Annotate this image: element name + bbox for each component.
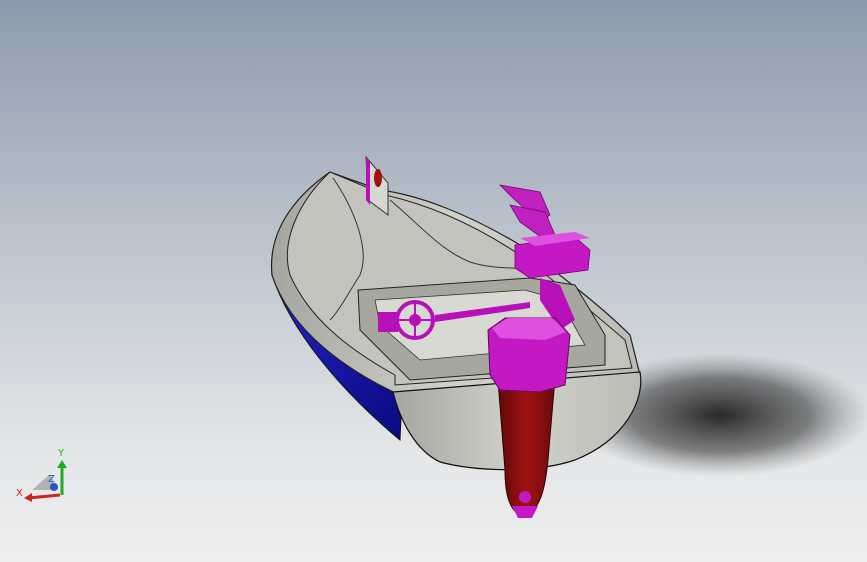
x-axis-arrowhead — [24, 493, 32, 502]
flag-bracket — [366, 157, 370, 205]
rudder-pin — [519, 491, 531, 503]
x-axis-label: X — [16, 488, 23, 499]
y-axis-label: Y — [57, 448, 65, 459]
coordinate-triad: X Y Z — [16, 448, 67, 502]
x-axis-arrow — [27, 493, 61, 500]
rudder-foot — [512, 506, 538, 518]
y-axis-arrowhead — [57, 460, 67, 468]
bow-light — [374, 169, 382, 187]
3d-viewport[interactable]: X Y Z — [0, 0, 867, 562]
z-axis-label: Z — [48, 474, 55, 485]
boat-model[interactable] — [0, 0, 867, 562]
